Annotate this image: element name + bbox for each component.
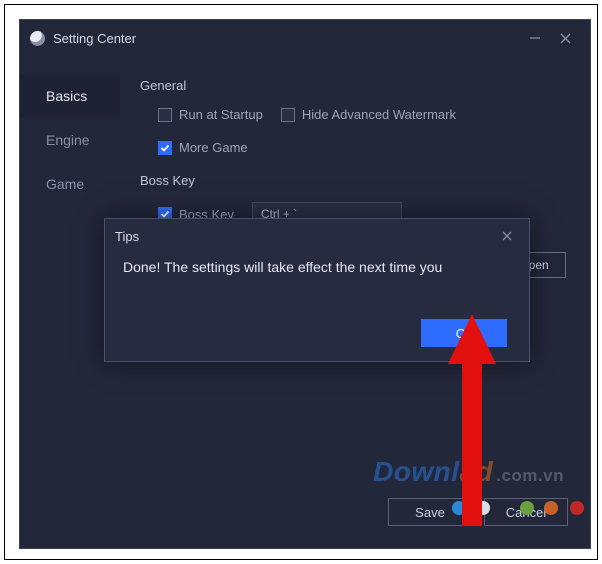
cancel-button-label: Cancel — [506, 505, 546, 520]
close-icon — [502, 231, 512, 241]
footer: Save Cancel — [388, 498, 568, 526]
checkbox-label: More Game — [179, 140, 248, 155]
ok-button[interactable]: Ok — [421, 319, 507, 347]
checkbox-box — [158, 108, 172, 122]
cancel-button[interactable]: Cancel — [484, 498, 568, 526]
checkbox-box-checked — [158, 141, 172, 155]
window-title: Setting Center — [53, 31, 136, 46]
screenshot-frame: Setting Center Basics Engine Game — [4, 4, 598, 560]
checkbox-label: Run at Startup — [179, 107, 263, 122]
sidebar-item-engine[interactable]: Engine — [20, 118, 120, 162]
titlebar: Setting Center — [20, 20, 590, 56]
dialog-titlebar: Tips — [105, 219, 529, 253]
save-button-label: Save — [415, 505, 445, 520]
dialog-close-button[interactable] — [495, 224, 519, 248]
checkbox-more-game[interactable]: More Game — [158, 140, 248, 155]
close-icon — [560, 33, 571, 44]
sidebar-item-label: Basics — [46, 88, 87, 104]
dialog-footer: Ok — [105, 275, 529, 361]
tips-dialog: Tips Done! The settings will take effect… — [104, 218, 530, 362]
sidebar-item-basics[interactable]: Basics — [20, 74, 120, 118]
sidebar-item-label: Engine — [46, 132, 90, 148]
checkbox-hide-watermark[interactable]: Hide Advanced Watermark — [281, 107, 456, 122]
sidebar-item-game[interactable]: Game — [20, 162, 120, 206]
checkbox-run-at-startup[interactable]: Run at Startup — [158, 107, 263, 122]
dialog-message: Done! The settings will take effect the … — [105, 253, 529, 275]
app-icon — [30, 31, 45, 46]
general-options-row: Run at Startup Hide Advanced Watermark M… — [140, 107, 560, 155]
save-button[interactable]: Save — [388, 498, 472, 526]
check-icon — [160, 143, 170, 153]
section-title-general: General — [140, 78, 560, 93]
close-button[interactable] — [550, 26, 580, 50]
settings-window: Setting Center Basics Engine Game — [19, 19, 591, 549]
minimize-icon — [529, 32, 541, 44]
dialog-title: Tips — [115, 229, 139, 244]
ok-button-label: Ok — [456, 326, 473, 341]
checkbox-box — [281, 108, 295, 122]
checkbox-label: Hide Advanced Watermark — [302, 107, 456, 122]
sidebar-item-label: Game — [46, 176, 84, 192]
minimize-button[interactable] — [520, 26, 550, 50]
section-title-bosskey: Boss Key — [140, 173, 560, 188]
